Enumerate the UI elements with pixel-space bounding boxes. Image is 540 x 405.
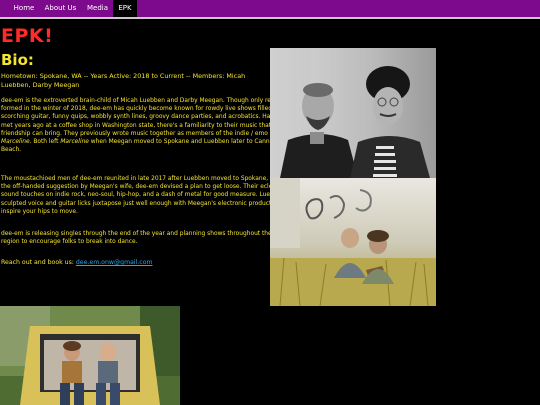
nav-media[interactable]: Media	[84, 0, 111, 17]
nav-about-us[interactable]: About Us	[42, 0, 79, 17]
top-nav: Home About Us Media EPK	[0, 0, 540, 19]
nav-home[interactable]: Home	[9, 0, 39, 17]
bio-paragraph-3: dee-em is releasing singles through the …	[1, 231, 272, 246]
band-portrait-photo	[270, 48, 436, 178]
bio-heading: Bio:	[1, 51, 34, 69]
bio-paragraph-1: dee-em is the extroverted brain-child of…	[1, 98, 289, 154]
nav-epk[interactable]: EPK	[113, 0, 137, 17]
band-car-trunk-photo	[0, 306, 180, 405]
contact-email-link[interactable]: dee.em.onw@gmail.com	[76, 259, 153, 266]
band-grass-photo	[270, 178, 436, 306]
page-title: EPK!	[1, 25, 54, 47]
bio-paragraph-2: The moustachioed men of dee-em reunited …	[1, 176, 290, 215]
hometown-line: Hometown: Spokane, WA -- Years Active: 2…	[1, 72, 246, 89]
contact-line: Reach out and book us: dee.em.onw@gmail.…	[1, 259, 153, 266]
